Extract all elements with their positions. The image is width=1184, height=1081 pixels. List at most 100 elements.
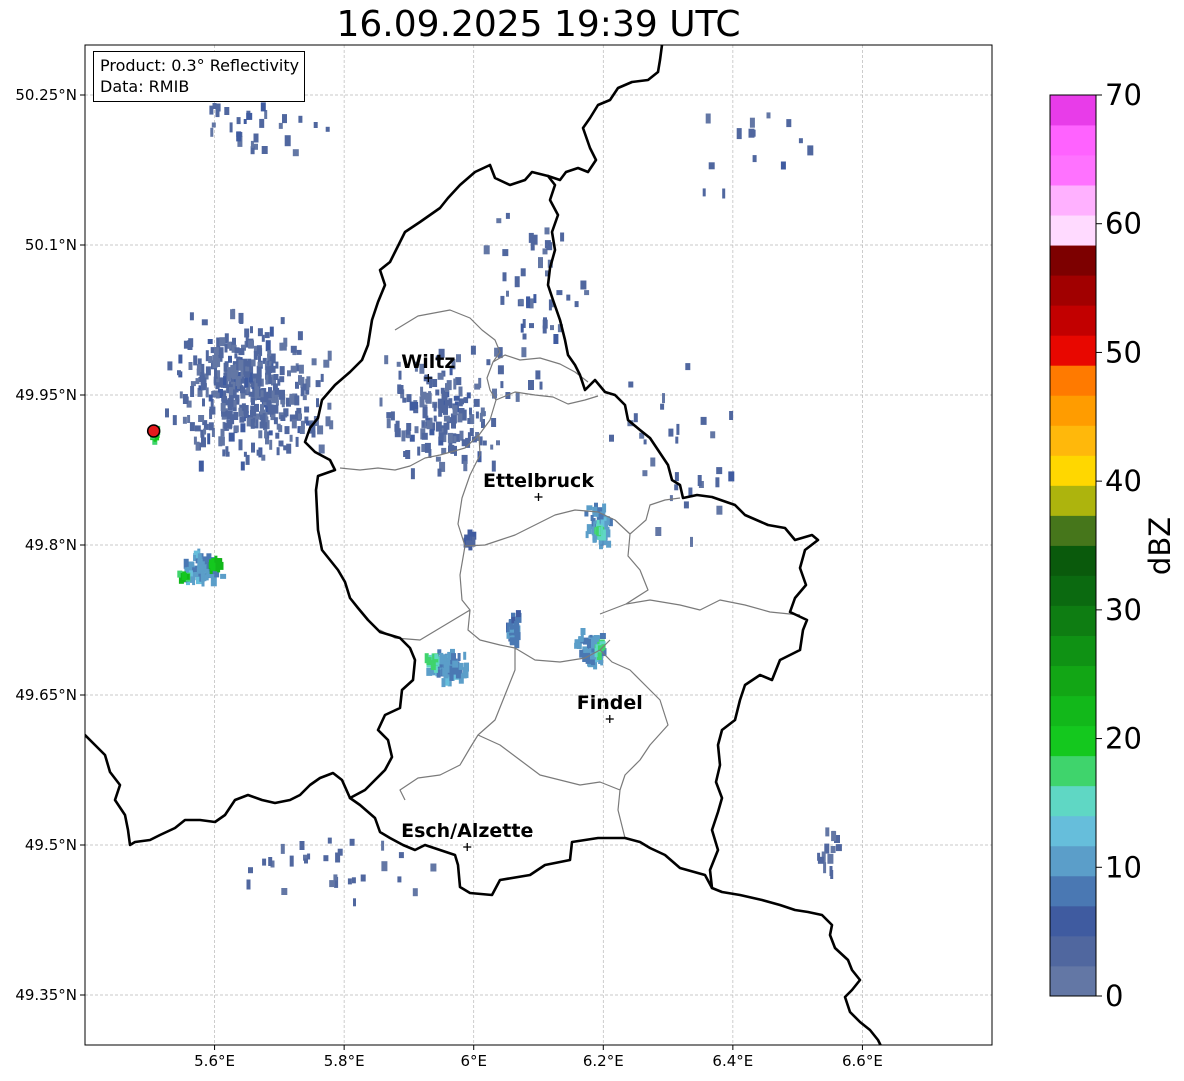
reflectivity-pixel — [817, 852, 821, 861]
reflectivity-pixel — [445, 383, 449, 393]
reflectivity-pixel — [574, 301, 579, 308]
reflectivity-pixel — [715, 477, 720, 488]
colorbar-segment — [1050, 875, 1096, 907]
reflectivity-pixel — [224, 343, 228, 353]
reflectivity-pixel — [402, 397, 407, 403]
reflectivity-pixel — [261, 146, 268, 154]
reflectivity-pixel — [327, 837, 332, 844]
product-info-box: Product: 0.3° Reflectivity Data: RMIB — [93, 51, 306, 102]
colorbar-segment — [1050, 185, 1096, 216]
reflectivity-pixel — [578, 636, 584, 643]
reflectivity-pixel — [229, 122, 233, 133]
reflectivity-pixel — [514, 639, 520, 649]
colorbar-segment — [1050, 395, 1096, 426]
reflectivity-pixel — [675, 436, 679, 444]
reflectivity-pixel — [271, 390, 275, 398]
reflectivity-pixel — [463, 667, 469, 679]
reflectivity-pixel — [447, 432, 453, 443]
reflectivity-pixel — [585, 531, 589, 539]
reflectivity-pixel — [491, 418, 497, 427]
reflectivity-pixel — [181, 573, 187, 580]
reflectivity-pixel — [417, 446, 421, 456]
reflectivity-pixel — [520, 268, 526, 277]
reflectivity-pixel — [830, 846, 836, 853]
reflectivity-pixel — [306, 376, 311, 388]
reflectivity-pixel — [302, 395, 307, 401]
reflectivity-pixel — [260, 404, 264, 413]
reflectivity-pixel — [202, 398, 205, 407]
reflectivity-pixel — [628, 381, 634, 388]
reflectivity-pixel — [236, 117, 241, 125]
reflectivity-pixel — [550, 325, 554, 331]
reflectivity-pixel — [830, 870, 834, 879]
reflectivity-pixel — [544, 227, 550, 235]
reflectivity-pixel — [566, 294, 571, 301]
tick-label-lat: 49.95°N — [15, 386, 77, 404]
reflectivity-pixel — [187, 415, 191, 423]
reflectivity-pixel — [333, 874, 338, 881]
reflectivity-pixel — [296, 349, 302, 355]
reflectivity-pixel — [457, 413, 463, 423]
reflectivity-pixel — [533, 294, 537, 304]
reflectivity-pixel — [289, 855, 294, 867]
reflectivity-pixel — [276, 447, 280, 456]
reflectivity-pixel — [633, 413, 638, 423]
reflectivity-pixel — [496, 218, 502, 224]
reflectivity-pixel — [780, 161, 786, 170]
reflectivity-pixel — [220, 573, 227, 579]
reflectivity-pixel — [381, 861, 388, 872]
reflectivity-pixel — [584, 290, 590, 296]
colorbar-tick-label: 60 — [1105, 207, 1142, 241]
reflectivity-pixel — [592, 534, 597, 543]
reflectivity-pixel — [231, 371, 237, 380]
colorbar-segment — [1050, 905, 1096, 937]
colorbar-label: dBZ — [1143, 517, 1177, 575]
reflectivity-pixel — [277, 378, 281, 386]
reflectivity-pixel — [182, 416, 187, 424]
colorbar-segment — [1050, 365, 1096, 396]
reflectivity-pixel — [298, 115, 303, 123]
grid-lines — [85, 45, 992, 1045]
reflectivity-pixel — [194, 425, 201, 432]
germany-border — [546, 45, 664, 182]
reflectivity-pixel — [458, 386, 463, 397]
reflectivity-pixel — [262, 858, 267, 866]
reflectivity-pixel — [316, 398, 319, 408]
reflectivity-pixel — [599, 633, 606, 639]
radar-site — [146, 424, 161, 438]
reflectivity-pixel — [736, 128, 742, 140]
colorbar-segment — [1050, 125, 1096, 156]
reflectivity-pixel — [722, 188, 726, 199]
reflectivity-pixel — [273, 404, 279, 414]
reflectivity-pixel — [207, 339, 213, 344]
reflectivity-pixel — [420, 391, 427, 400]
reflectivity-pixel — [193, 355, 198, 366]
reflectivity-pixel — [443, 404, 448, 415]
reflectivity-pixel — [289, 434, 293, 442]
reflectivity-pixel — [248, 340, 254, 349]
reflectivity-pixel — [228, 432, 235, 442]
reflectivity-pixel — [353, 898, 356, 907]
reflectivity-pixel — [500, 295, 505, 305]
reflectivity-pixel — [315, 380, 321, 388]
reflectivity-pixel — [286, 443, 292, 454]
reflectivity-pixel — [246, 112, 253, 120]
reflectivity-pixel — [215, 392, 220, 399]
reflectivity-pixel — [685, 363, 691, 371]
tick-label-lat: 49.65°N — [15, 686, 77, 704]
reflectivity-pixel — [505, 212, 510, 219]
reflectivity-pixel — [272, 383, 278, 391]
reflectivity-pixel — [351, 877, 356, 884]
reflectivity-pixel — [268, 387, 272, 399]
reflectivity-pixel — [223, 362, 228, 372]
reflectivity-pixel — [207, 433, 211, 445]
reflectivity-pixel — [236, 379, 240, 390]
reflectivity-pixel — [453, 436, 457, 443]
reflectivity-pixel — [251, 407, 257, 417]
reflectivity-pixel — [483, 245, 490, 255]
colorbar-segment — [1050, 425, 1096, 456]
reflectivity-pixel — [212, 355, 219, 361]
reflectivity-pixel — [238, 439, 243, 451]
colorbar-segment — [1050, 245, 1096, 276]
reflectivity-pixel — [463, 461, 468, 472]
